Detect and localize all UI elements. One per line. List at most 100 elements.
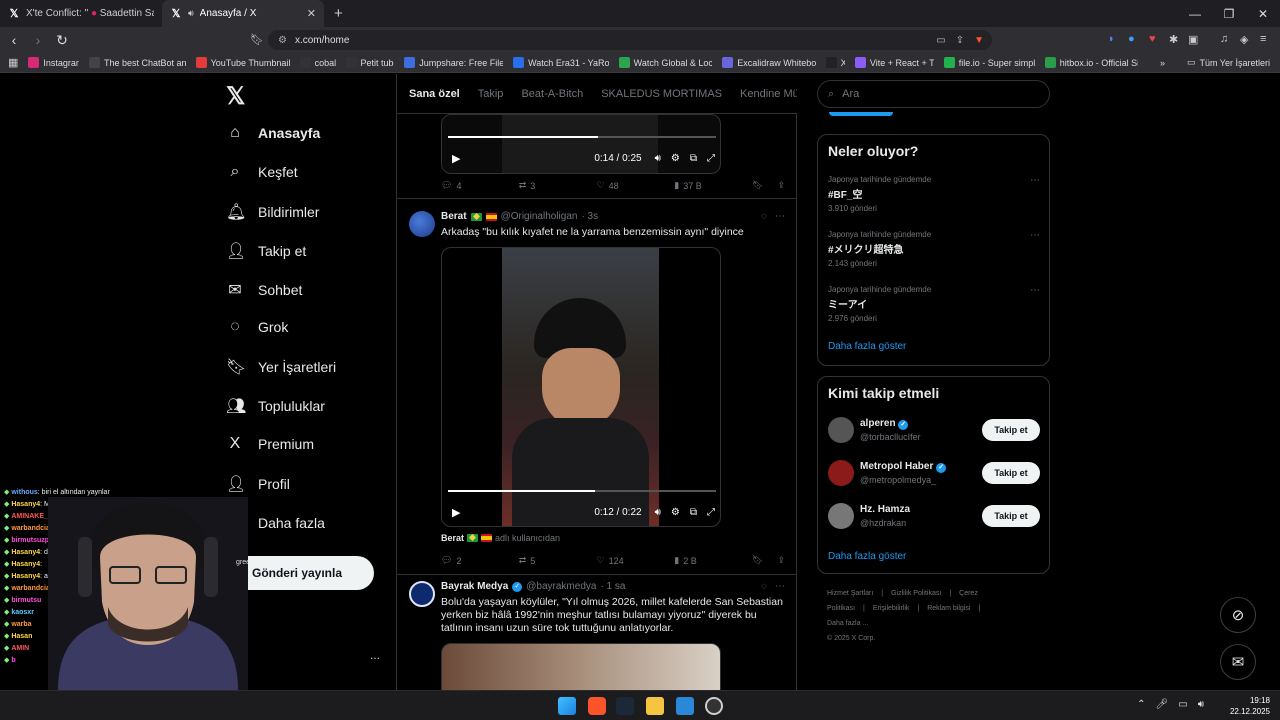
tweet3-media[interactable] — [441, 643, 721, 690]
nav-item-home[interactable]: ⌂ Anasayfa — [226, 124, 320, 142]
nav-item-communities[interactable]: 👥︎ Topluluklar — [226, 396, 325, 416]
avatar[interactable] — [828, 417, 854, 443]
timeline-tab[interactable]: Kendine Müz — [740, 88, 797, 100]
bookmark-icon[interactable]: 🔖︎ — [752, 555, 763, 566]
more-icon[interactable]: ⋯ — [1030, 285, 1040, 296]
maximize-icon[interactable]: ❐ — [1212, 7, 1246, 21]
more-bookmarks-button[interactable]: » — [1160, 58, 1165, 68]
views-button[interactable]: ▮ 37 B — [674, 180, 752, 191]
music-icon[interactable]: ♫ — [1220, 33, 1228, 45]
browser-tab-conflict[interactable]: 𝕏 X'te Conflict: " ● Saadettin Saran ve — [0, 0, 162, 27]
settings-icon[interactable]: ⚙ — [671, 153, 680, 164]
bookmark-item[interactable]: hitbox.io - Official Si... — [1044, 57, 1138, 68]
fullscreen-icon[interactable]: ⤢ — [707, 153, 715, 164]
browser-tab-home[interactable]: 𝕏 🔊︎ Anasayfa / X ✕ — [162, 0, 324, 27]
nav-item-profile[interactable]: 👤︎ Profil — [226, 474, 290, 494]
start-menu-icon[interactable] — [558, 697, 576, 715]
nav-item-x-premium[interactable]: X Premium — [226, 435, 314, 453]
footer-link[interactable]: Hizmet Şartları — [827, 590, 873, 597]
search-bar[interactable]: ⌕ Ara — [817, 80, 1050, 108]
steam-icon[interactable] — [616, 697, 634, 715]
extension-icon[interactable]: ♥ — [1149, 33, 1156, 45]
back-icon[interactable]: ‹ — [4, 32, 24, 48]
trend-item[interactable]: Japonya tarihinde gündemde #メリクリ超特急 2.143 … — [828, 230, 1040, 268]
share-icon[interactable]: ⇪ — [777, 555, 785, 566]
tweet2-video[interactable]: ▶ 0:12 / 0:22 🔊︎ ⚙ ⧉ ⤢ — [441, 247, 721, 527]
author-name[interactable]: Bayrak Medya — [441, 581, 508, 592]
tweet1-video[interactable]: ▶ 0:14 / 0:25 🔊︎ ⚙ ⧉ ⤢ — [441, 114, 721, 174]
like-button[interactable]: ♡ 48 — [597, 180, 675, 191]
share-icon[interactable]: ⇪ — [956, 35, 964, 46]
url-field[interactable]: ⚙ x.com/home ▭ ⇪ ▼ — [268, 30, 992, 50]
share-icon[interactable]: ⇪ — [777, 180, 785, 191]
author-handle[interactable]: @bayrakmedya — [526, 581, 596, 592]
follow-button[interactable]: Takip et — [982, 505, 1040, 527]
bookmark-item[interactable]: Watch Global & Loc... — [618, 57, 712, 68]
subscribe-button-edge[interactable] — [829, 112, 893, 116]
follow-suggestion[interactable]: Metropol Haber ✓ @metropolmedya_ Takip et — [828, 460, 1040, 488]
account-more-button[interactable]: ... — [370, 648, 380, 662]
tweet-berat[interactable]: Berat @Originalholigan · 3s ◌ ⋯ Arkadaş "… — [397, 198, 797, 574]
bookmark-item[interactable]: X — [825, 57, 845, 68]
apps-grid-icon[interactable]: ▦ — [8, 56, 18, 69]
nav-item-add-user[interactable]: 👤︎ Takip et — [226, 241, 306, 261]
clock[interactable]: 19:18 22.12.2025 — [1230, 695, 1270, 717]
bookmark-item[interactable]: Vite + React + TS — [854, 57, 934, 68]
bookmark-item[interactable]: YouTube Thumbnail... — [195, 57, 290, 68]
more-icon[interactable]: ⋯ — [775, 211, 785, 222]
settings-icon[interactable]: ⚙ — [671, 507, 680, 518]
timeline-tab[interactable]: Sana özel — [409, 88, 460, 100]
reload-icon[interactable]: ↻ — [52, 32, 72, 49]
repost-button[interactable]: ⇄ 3 — [519, 180, 597, 191]
file-explorer-icon[interactable] — [646, 697, 664, 715]
extension-icon[interactable]: ◗ — [1108, 33, 1115, 45]
bookmark-item[interactable]: file.io - Super simpl... — [943, 57, 1035, 68]
repost-button[interactable]: ⇄ 5 — [519, 555, 597, 566]
avatar[interactable] — [828, 460, 854, 486]
timeline-tab[interactable]: Beat-A-Bitch — [521, 88, 583, 100]
suggested-name[interactable]: Metropol Haber — [860, 461, 933, 472]
site-settings-icon[interactable]: ⚙ — [278, 35, 287, 46]
bookmark-item[interactable]: Watch Era31 - YaRo... — [513, 57, 609, 68]
video-progress[interactable] — [448, 136, 716, 138]
play-icon[interactable]: ▶ — [452, 506, 460, 519]
obs-icon[interactable] — [705, 697, 723, 715]
brave-shield-icon[interactable]: ▼ — [974, 35, 984, 46]
avatar[interactable] — [409, 211, 435, 237]
like-button[interactable]: ♡ 124 — [597, 555, 675, 566]
grok-icon[interactable]: ◌ — [761, 581, 767, 592]
bookmark-item[interactable]: cobalt — [299, 57, 336, 68]
cast-icon[interactable]: ▭ — [936, 35, 945, 46]
suggested-name[interactable]: alperen — [860, 418, 896, 429]
bookmark-item[interactable]: Jumpshare: Free File... — [404, 57, 503, 68]
trend-item[interactable]: Japonya tarihinde gündemde ミーアイ 2.976 gönd… — [828, 285, 1040, 323]
bookmark-item[interactable]: The best ChatBot an... — [89, 57, 186, 68]
messages-fab[interactable]: ✉ — [1220, 644, 1256, 680]
nav-item-bell[interactable]: 🔔︎ Bildirimler — [226, 202, 319, 222]
tweet-time[interactable]: · 3s — [581, 211, 598, 222]
timeline-tab[interactable]: SKALEDUS MORTIMAS — [601, 88, 722, 100]
footer-link[interactable]: Daha fazla ... — [827, 620, 868, 627]
volume-icon[interactable]: 🔊︎ — [655, 507, 661, 518]
all-bookmarks-button[interactable]: Tüm Yer İşaretleri — [1199, 58, 1270, 68]
follow-button[interactable]: Takip et — [982, 462, 1040, 484]
grok-icon[interactable]: ◌ — [761, 211, 767, 222]
author-handle[interactable]: @Originalholigan — [501, 211, 578, 222]
tray-expand-icon[interactable]: ⌃ — [1137, 699, 1145, 710]
nav-item-grok[interactable]: ◌ Grok — [226, 318, 288, 336]
minimize-icon[interactable]: — — [1178, 7, 1212, 21]
follow-suggestion[interactable]: Hz. Hamza @hzdrakan Takip et — [828, 503, 1040, 531]
bookmark-page-icon[interactable]: 🔖︎ — [250, 33, 264, 46]
close-window-icon[interactable]: ✕ — [1246, 7, 1280, 21]
footer-link[interactable]: Erişilebilirlik — [873, 605, 910, 612]
trends-show-more[interactable]: Daha fazla göster — [828, 341, 906, 352]
extension-icon[interactable]: ● — [1128, 33, 1135, 45]
footer-link[interactable]: Gizlilik Politikası — [891, 590, 941, 597]
sidebar-icon[interactable]: ▣ — [1188, 33, 1198, 46]
more-icon[interactable]: ⋯ — [1030, 230, 1040, 241]
reply-button[interactable]: 💬︎ 2 — [441, 555, 519, 566]
store-icon[interactable] — [676, 697, 694, 715]
grok-fab[interactable]: ⊘ — [1220, 597, 1256, 633]
pip-icon[interactable]: ⧉ — [690, 153, 697, 164]
nav-item-mail[interactable]: ✉ Sohbet — [226, 280, 302, 300]
